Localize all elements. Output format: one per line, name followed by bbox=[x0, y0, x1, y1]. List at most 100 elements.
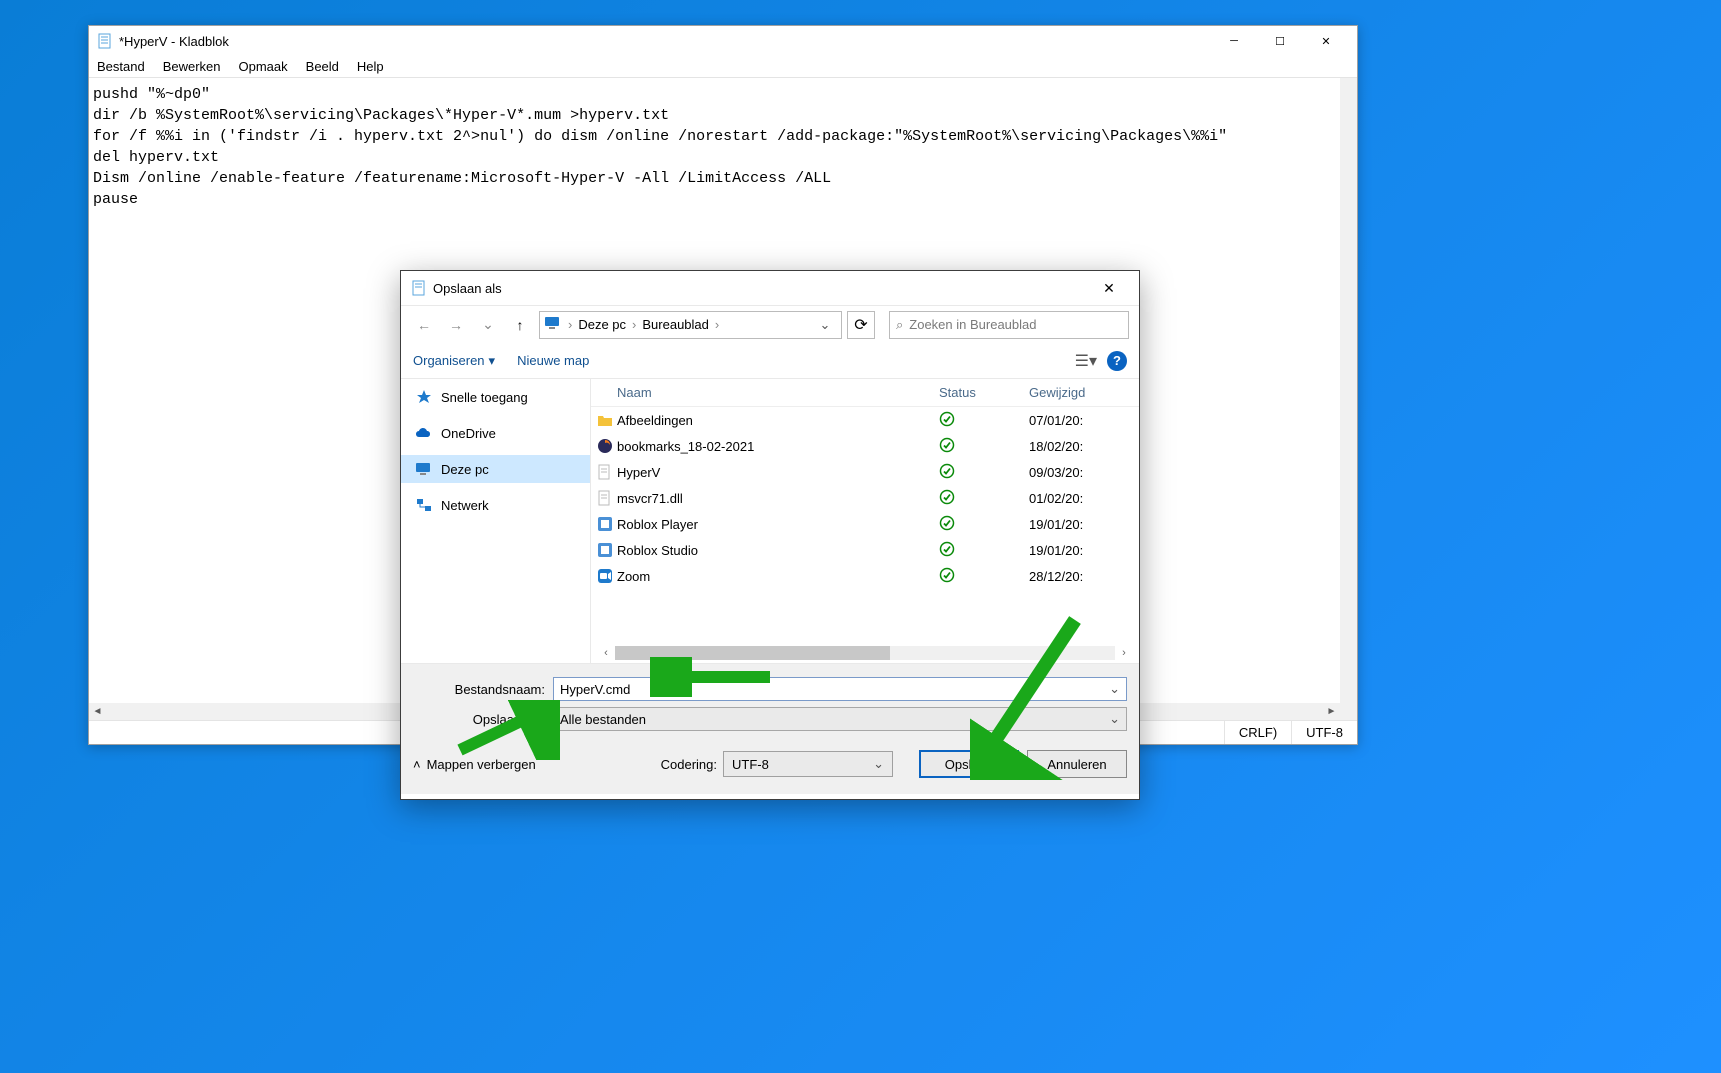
file-date: 07/01/20: bbox=[1029, 413, 1139, 428]
chevron-up-icon: ˄ bbox=[413, 757, 421, 772]
organize-button[interactable]: Organiseren▾ bbox=[413, 353, 495, 369]
col-date[interactable]: Gewijzigd bbox=[1029, 385, 1139, 400]
view-options-button[interactable]: ☰▾ bbox=[1075, 351, 1097, 371]
network-icon bbox=[415, 496, 433, 514]
file-list: Naam Status Gewijzigd Afbeeldingen 07/01/… bbox=[591, 379, 1139, 663]
encoding-select[interactable]: UTF-8 ⌄ bbox=[723, 751, 893, 777]
menu-help[interactable]: Help bbox=[357, 59, 384, 74]
file-row[interactable]: Roblox Studio 19/01/20: bbox=[591, 537, 1139, 563]
file-status-icon bbox=[939, 541, 1029, 560]
filename-label: Bestandsnaam: bbox=[413, 682, 545, 697]
minimize-button[interactable]: ─ bbox=[1211, 26, 1257, 56]
filetype-select[interactable]: Alle bestanden ⌄ bbox=[553, 707, 1127, 731]
file-date: 01/02/20: bbox=[1029, 491, 1139, 506]
filetype-value: Alle bestanden bbox=[560, 712, 646, 727]
file-name: Roblox Player bbox=[613, 517, 939, 532]
help-button[interactable]: ? bbox=[1107, 351, 1127, 371]
sidebar-item-this-pc[interactable]: Deze pc bbox=[401, 455, 590, 483]
chevron-down-icon[interactable]: ⌄ bbox=[1109, 711, 1120, 727]
sidebar-item-onedrive[interactable]: OneDrive bbox=[401, 419, 590, 447]
save-button[interactable]: Opslaan bbox=[919, 750, 1019, 778]
file-type-icon bbox=[591, 490, 613, 506]
col-status[interactable]: Status bbox=[939, 385, 1029, 400]
filename-input[interactable]: HyperV.cmd ⌄ bbox=[553, 677, 1127, 701]
chevron-down-icon: ▾ bbox=[489, 353, 496, 369]
save-as-dialog: Opslaan als ✕ ← → ⌄ ↑ › Deze pc › Bureau… bbox=[400, 270, 1140, 800]
address-dropdown-icon[interactable]: ⌄ bbox=[813, 317, 837, 333]
scroll-left-icon[interactable]: ◄ bbox=[89, 703, 106, 720]
new-folder-button[interactable]: Nieuwe map bbox=[517, 353, 589, 368]
file-row[interactable]: HyperV09/03/20: bbox=[591, 459, 1139, 485]
file-type-icon bbox=[591, 438, 613, 454]
saveas-close-button[interactable]: ✕ bbox=[1089, 272, 1129, 304]
file-row[interactable]: Afbeeldingen 07/01/20: bbox=[591, 407, 1139, 433]
file-type-icon bbox=[591, 568, 613, 584]
file-status-icon bbox=[939, 437, 1029, 456]
file-date: 28/12/20: bbox=[1029, 569, 1139, 584]
sidebar-item-network[interactable]: Netwerk bbox=[401, 491, 590, 519]
filename-value: HyperV.cmd bbox=[560, 682, 630, 697]
breadcrumb-leaf[interactable]: Bureaublad bbox=[642, 317, 709, 332]
file-date: 19/01/20: bbox=[1029, 517, 1139, 532]
filetype-label: Opslaan als: bbox=[413, 712, 545, 727]
onedrive-icon bbox=[415, 424, 433, 442]
saveas-sidebar: Snelle toegang OneDrive Deze pc Netwerk bbox=[401, 379, 591, 663]
menu-edit[interactable]: Bewerken bbox=[163, 59, 221, 74]
vertical-scrollbar[interactable] bbox=[1340, 78, 1357, 720]
file-date: 09/03/20: bbox=[1029, 465, 1139, 480]
col-name[interactable]: Naam bbox=[591, 385, 939, 400]
file-status-icon bbox=[939, 489, 1029, 508]
menu-view[interactable]: Beeld bbox=[306, 59, 339, 74]
notepad-text[interactable]: pushd "%~dp0" dir /b %SystemRoot%\servic… bbox=[89, 78, 1357, 216]
file-date: 18/02/20: bbox=[1029, 439, 1139, 454]
chevron-down-icon[interactable]: ⌄ bbox=[873, 756, 884, 772]
column-headers[interactable]: Naam Status Gewijzigd bbox=[591, 379, 1139, 407]
notepad-titlebar[interactable]: *HyperV - Kladblok ─ ☐ ✕ bbox=[89, 26, 1357, 56]
nav-recent-button[interactable]: ⌄ bbox=[475, 312, 501, 338]
cancel-button[interactable]: Annuleren bbox=[1027, 750, 1127, 778]
search-input[interactable]: ⌕ Zoeken in Bureaublad bbox=[889, 311, 1129, 339]
saveas-titlebar[interactable]: Opslaan als ✕ bbox=[401, 271, 1139, 305]
menu-file[interactable]: Bestand bbox=[97, 59, 145, 74]
search-placeholder: Zoeken in Bureaublad bbox=[909, 317, 1036, 332]
notepad-menubar: Bestand Bewerken Opmaak Beeld Help bbox=[89, 56, 1357, 78]
notepad-title: *HyperV - Kladblok bbox=[119, 34, 229, 49]
breadcrumb-root[interactable]: Deze pc bbox=[578, 317, 626, 332]
file-type-icon bbox=[591, 542, 613, 558]
menu-format[interactable]: Opmaak bbox=[239, 59, 288, 74]
chevron-right-icon: › bbox=[630, 317, 638, 332]
refresh-button[interactable]: ⟳ bbox=[847, 311, 875, 339]
file-name: Roblox Studio bbox=[613, 543, 939, 558]
scrollbar-corner bbox=[1340, 703, 1357, 720]
hide-folders-button[interactable]: ˄ Mappen verbergen bbox=[413, 757, 536, 772]
file-row[interactable]: bookmarks_18-02-202118/02/20: bbox=[591, 433, 1139, 459]
notepad-icon bbox=[411, 280, 427, 296]
nav-back-button[interactable]: ← bbox=[411, 312, 437, 338]
close-button[interactable]: ✕ bbox=[1303, 26, 1349, 56]
search-icon: ⌕ bbox=[896, 317, 903, 333]
file-type-icon bbox=[591, 413, 613, 427]
address-bar[interactable]: › Deze pc › Bureaublad › ⌄ bbox=[539, 311, 842, 339]
nav-up-button[interactable]: ↑ bbox=[507, 312, 533, 338]
file-name: msvcr71.dll bbox=[613, 491, 939, 506]
file-list-hscroll[interactable]: ‹ › bbox=[591, 643, 1139, 663]
file-row[interactable]: Zoom28/12/20: bbox=[591, 563, 1139, 589]
thispc-icon bbox=[415, 460, 433, 478]
maximize-button[interactable]: ☐ bbox=[1257, 26, 1303, 56]
nav-forward-button[interactable]: → bbox=[443, 312, 469, 338]
file-status-icon bbox=[939, 567, 1029, 586]
chevron-right-icon: › bbox=[713, 317, 721, 332]
file-status-icon bbox=[939, 515, 1029, 534]
chevron-down-icon[interactable]: ⌄ bbox=[1109, 681, 1120, 697]
file-date: 19/01/20: bbox=[1029, 543, 1139, 558]
saveas-form: Bestandsnaam: HyperV.cmd ⌄ Opslaan als: … bbox=[401, 664, 1139, 734]
file-name: Afbeeldingen bbox=[613, 413, 939, 428]
scroll-right-icon[interactable]: ► bbox=[1323, 703, 1340, 720]
file-row[interactable]: Roblox Player 19/01/20: bbox=[591, 511, 1139, 537]
scroll-right-icon[interactable]: › bbox=[1115, 647, 1133, 659]
scroll-left-icon[interactable]: ‹ bbox=[597, 647, 615, 659]
file-row[interactable]: msvcr71.dll 01/02/20: bbox=[591, 485, 1139, 511]
sidebar-item-quick-access[interactable]: Snelle toegang bbox=[401, 383, 590, 411]
saveas-navbar: ← → ⌄ ↑ › Deze pc › Bureaublad › ⌄ ⟳ ⌕ Z… bbox=[401, 305, 1139, 343]
thispc-icon bbox=[544, 315, 562, 334]
